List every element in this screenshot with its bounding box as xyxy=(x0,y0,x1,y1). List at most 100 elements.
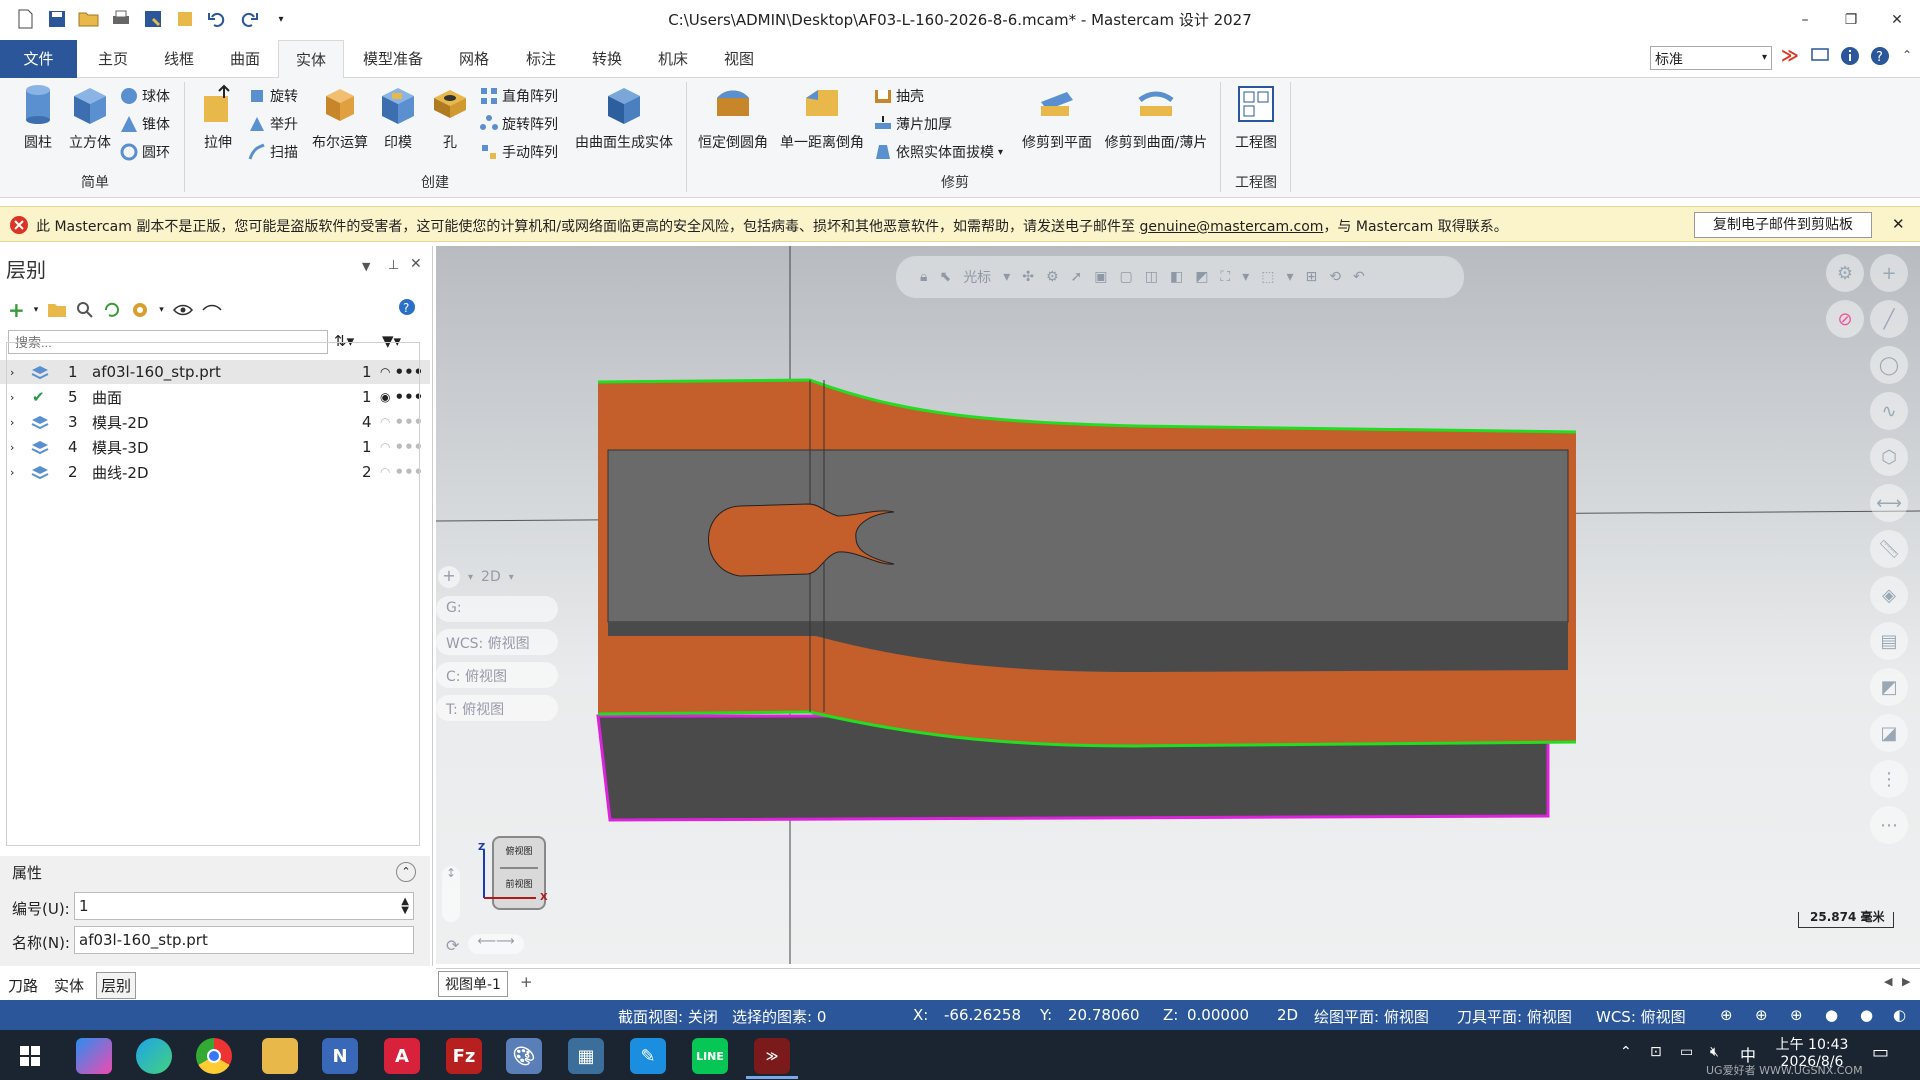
tab-dimension[interactable]: 标注 xyxy=(514,40,568,78)
info-icon[interactable] xyxy=(1840,46,1862,68)
manual-pattern-button[interactable]: 手动阵列 xyxy=(480,140,558,164)
level-name-field[interactable]: af03l-160_stp.prt xyxy=(74,926,414,954)
pin-icon[interactable]: ⊥ xyxy=(388,258,399,273)
level-row[interactable]: › 2 曲线-2D 2 ◠ ••• xyxy=(0,460,430,484)
save-icon[interactable] xyxy=(46,8,68,30)
more-options-icon[interactable]: ••• xyxy=(394,463,423,481)
calculator-icon[interactable]: ▦ xyxy=(568,1038,604,1074)
copy-email-button[interactable]: 复制电子邮件到剪贴板 xyxy=(1694,212,1872,238)
tab-solids[interactable]: 实体 xyxy=(278,40,344,79)
construction-plane-status[interactable]: 绘图平面: 俯视图 xyxy=(1314,1006,1429,1027)
globe-icon[interactable]: ⊕ xyxy=(1720,1006,1733,1024)
scroll-left-icon[interactable]: ◀ xyxy=(1884,975,1892,988)
collapse-ribbon-icon[interactable]: ⌃ xyxy=(1902,48,1912,62)
rotate-select-icon[interactable]: ⟲ xyxy=(1329,269,1341,285)
line-app-icon[interactable]: LINE xyxy=(692,1038,728,1074)
gview-select[interactable]: G: xyxy=(436,596,558,622)
solid-from-surfaces-button[interactable]: 由曲面生成实体 xyxy=(572,84,676,152)
shade-icon[interactable]: ◈ xyxy=(1870,576,1908,614)
body-select-icon[interactable]: ◧ xyxy=(1170,269,1183,285)
level-row[interactable]: › 1 af03l-160_stp.prt 1 ◠ ••• xyxy=(0,360,430,384)
chevron-down-icon[interactable]: ▾ xyxy=(1242,269,1249,285)
minimize-button[interactable]: – xyxy=(1782,0,1828,40)
chevron-down-icon[interactable]: ▾ xyxy=(468,572,473,583)
clock-time[interactable]: 上午 10:43 xyxy=(1772,1034,1852,1054)
lock-icon[interactable]: 🔒︎ xyxy=(920,269,927,285)
help-icon[interactable]: ? xyxy=(398,298,416,320)
tab-transform[interactable]: 转换 xyxy=(580,40,634,78)
folder-icon[interactable] xyxy=(47,301,67,319)
visibility-icon[interactable]: ◠ xyxy=(380,365,390,379)
torus-button[interactable]: 圆环 xyxy=(120,140,170,164)
add-viewsheet-button[interactable]: + xyxy=(520,973,533,991)
shaded-globe-icon[interactable]: ⊕ xyxy=(1790,1006,1803,1024)
visibility-icon[interactable]: ◠ xyxy=(380,415,390,429)
chevron-down-icon[interactable]: ▾ xyxy=(509,572,514,583)
file-explorer-icon[interactable] xyxy=(262,1038,298,1074)
loft-button[interactable]: 举升 xyxy=(248,112,298,136)
rotate-view-icon[interactable]: ⟳ xyxy=(446,936,459,955)
boolean-button[interactable]: 布尔运算 xyxy=(308,84,372,152)
chevron-down-icon[interactable]: ▾ xyxy=(34,305,39,315)
more-options-icon[interactable]: ••• xyxy=(394,413,423,431)
eye-closed-icon[interactable] xyxy=(202,303,222,317)
add-plane-icon[interactable]: + xyxy=(438,566,460,588)
grid-icon[interactable]: ⋯ xyxy=(1870,806,1908,844)
help-icon[interactable]: ? xyxy=(1870,46,1892,68)
close-warning-icon[interactable]: ✕ xyxy=(1892,215,1905,233)
view-settings-icon[interactable]: ⚙ xyxy=(1826,254,1864,292)
rotary-pattern-button[interactable]: 旋转阵列 xyxy=(480,112,558,136)
verify-select-icon[interactable]: ⊞ xyxy=(1306,269,1318,285)
tray-network-icon[interactable]: ⊡ xyxy=(1650,1044,1662,1060)
tool-plane-status[interactable]: 刀具平面: 俯视图 xyxy=(1457,1006,1572,1027)
trim-to-surface-button[interactable]: 修剪到曲面/薄片 xyxy=(1100,84,1212,152)
revolve-button[interactable]: 旋转 xyxy=(248,84,298,108)
copilot-icon[interactable] xyxy=(76,1038,112,1074)
box-button[interactable]: 立方体 xyxy=(64,84,116,152)
cursor-mode-label[interactable]: 光标 xyxy=(963,267,991,287)
chevron-down-icon[interactable]: ▾ xyxy=(1287,269,1294,285)
tab-machine[interactable]: 机床 xyxy=(646,40,700,78)
paint-icon[interactable]: 🎨︎ xyxy=(506,1038,542,1074)
visibility-icon[interactable]: ◉ xyxy=(380,390,390,404)
more-options-icon[interactable]: ••• xyxy=(394,438,423,456)
redo-icon[interactable] xyxy=(238,8,260,30)
cone-button[interactable]: 锥体 xyxy=(120,112,170,136)
zoom-slider-icon[interactable]: ↕ xyxy=(442,866,460,922)
sphere-button[interactable]: 球体 xyxy=(120,84,170,108)
layout-button[interactable]: 工程图 xyxy=(1228,84,1284,152)
add-point-icon[interactable]: + xyxy=(1870,254,1908,292)
section-view-status[interactable]: 截面视图: 关闭 xyxy=(618,1006,718,1027)
viewsheet-tab-1[interactable]: 视图单-1 xyxy=(438,971,508,997)
chevron-down-icon[interactable]: ▾ xyxy=(159,305,164,315)
scroll-right-icon[interactable]: ▶ xyxy=(1902,975,1910,988)
expand-icon[interactable]: › xyxy=(10,391,24,404)
tray-chevron-icon[interactable]: ⌃ xyxy=(1620,1044,1632,1060)
level-row[interactable]: › ✔ 5 曲面 1 ◉ ••• xyxy=(0,385,430,409)
visibility-icon[interactable]: ◠ xyxy=(380,440,390,454)
close-panel-icon[interactable]: ✕ xyxy=(410,256,422,272)
pan-icon[interactable]: ⟵⟶ xyxy=(468,934,524,954)
shell-button[interactable]: 抽壳 xyxy=(874,84,924,108)
filezilla-icon[interactable]: Fz xyxy=(446,1038,482,1074)
more-options-icon[interactable]: ••• xyxy=(394,388,423,406)
expand-icon[interactable]: › xyxy=(10,466,24,479)
constant-fillet-button[interactable]: 恒定倒圆角 xyxy=(694,84,772,152)
level-number-field[interactable]: 1 ▲ ▼ xyxy=(74,892,414,920)
trim-to-plane-button[interactable]: 修剪到平面 xyxy=(1018,84,1096,152)
measure-icon[interactable]: 📏︎ xyxy=(1870,530,1908,568)
tab-file[interactable]: 文件 xyxy=(0,40,77,78)
add-level-icon[interactable]: + xyxy=(8,298,25,322)
chrome-browser-icon[interactable] xyxy=(196,1038,232,1074)
graphics-viewport[interactable]: 🔒︎ ⬉ 光标 ▾ ✣ ⚙ ➚ ▣ ▢ ◫ ◧ ◩ ⛶ ▾ ⬚ ▾ ⊞ ⟲ ↶ … xyxy=(436,246,1920,964)
sphere-gray-icon[interactable]: ● xyxy=(1860,1006,1873,1024)
tab-view[interactable]: 视图 xyxy=(712,40,766,78)
level-row[interactable]: › 3 模具-2D 4 ◠ ••• xyxy=(0,410,430,434)
tab-toolpaths[interactable]: 刀路 xyxy=(8,975,38,996)
window-select-icon[interactable]: ⬚ xyxy=(1261,269,1274,285)
level-search-input[interactable] xyxy=(8,330,328,354)
tab-mesh[interactable]: 网格 xyxy=(446,40,502,78)
edge-select-icon[interactable]: ◫ xyxy=(1145,269,1158,285)
box-view-icon[interactable]: ▤ xyxy=(1870,622,1908,660)
thicken-button[interactable]: 薄片加厚 xyxy=(874,112,952,136)
